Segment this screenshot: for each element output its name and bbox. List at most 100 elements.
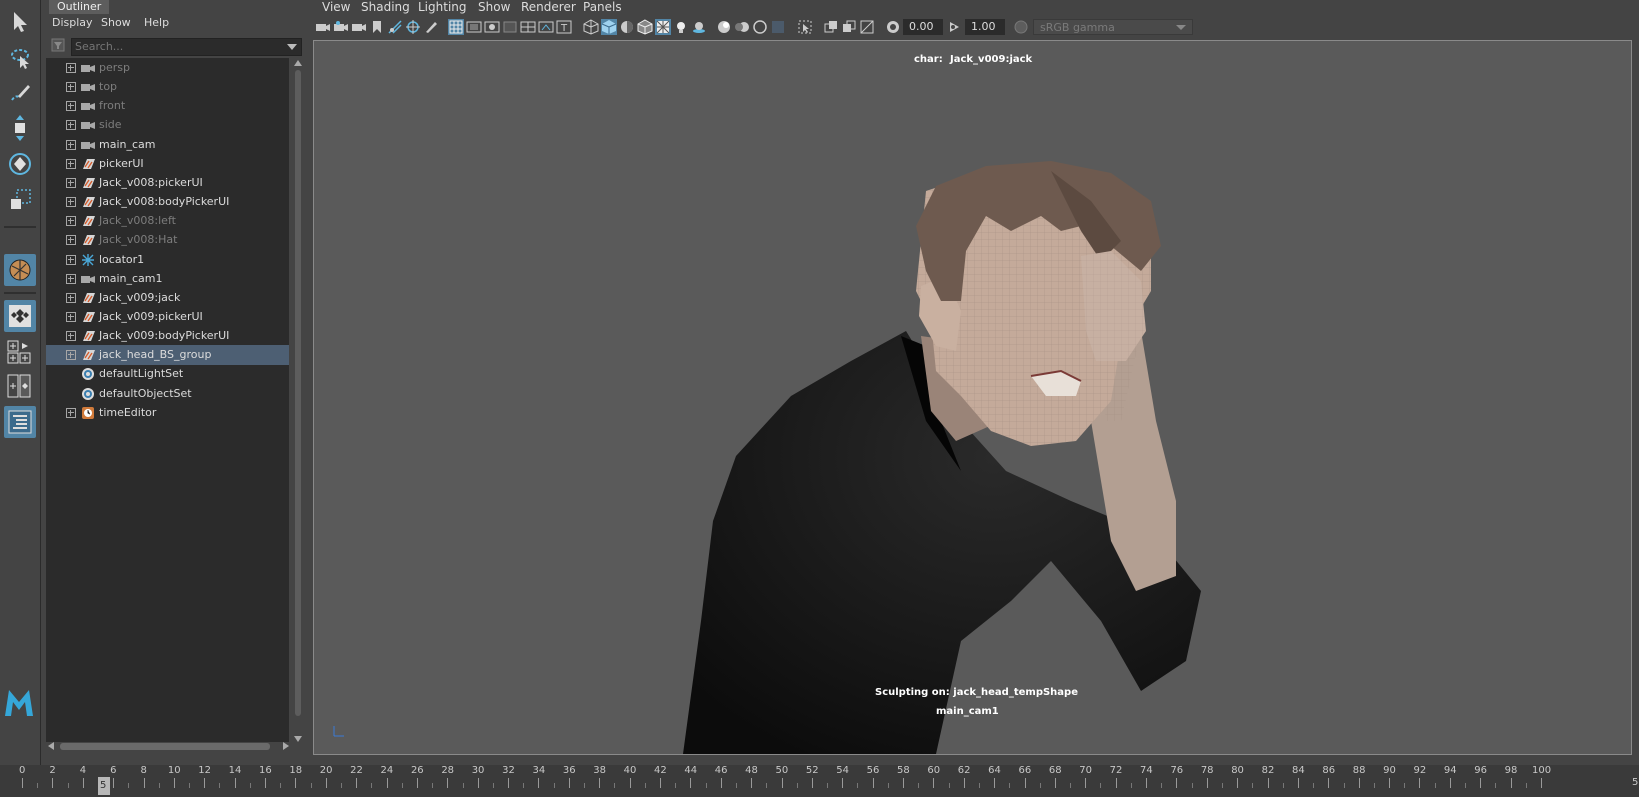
outliner-item[interactable]: timeEditor bbox=[46, 403, 289, 423]
expand-icon[interactable] bbox=[66, 63, 76, 73]
film-gate-icon[interactable] bbox=[466, 19, 482, 35]
sculpt-tool-icon[interactable] bbox=[4, 254, 36, 286]
expand-icon[interactable] bbox=[66, 254, 76, 265]
motion-blur-icon[interactable] bbox=[734, 19, 750, 35]
outliner-item[interactable]: top bbox=[46, 77, 289, 97]
time-slider[interactable]: 0 2 4 6 8 10 12 14 16 18 20 22 24 26 28 30 32 34 36 38 40 42 4… bbox=[0, 765, 1639, 797]
menu-show[interactable]: Show bbox=[101, 16, 131, 29]
outliner-item[interactable]: Jack_v008:pickerUI bbox=[46, 173, 289, 193]
anti-aliasing-icon[interactable] bbox=[752, 19, 768, 35]
expand-icon[interactable] bbox=[66, 139, 76, 150]
outliner-item[interactable]: front bbox=[46, 96, 289, 116]
expand-icon[interactable] bbox=[66, 350, 76, 361]
menu-lighting[interactable]: Lighting bbox=[418, 0, 467, 14]
backface-culling-icon[interactable] bbox=[859, 19, 875, 35]
select-camera-icon[interactable] bbox=[315, 19, 331, 35]
scroll-left-icon[interactable] bbox=[48, 742, 54, 750]
lasso-tool-icon[interactable] bbox=[4, 42, 36, 74]
expand-icon[interactable] bbox=[66, 82, 76, 93]
rotate-tool-icon[interactable] bbox=[4, 148, 36, 180]
menu-view[interactable]: View bbox=[322, 0, 350, 14]
menu-help[interactable]: Help bbox=[144, 16, 169, 29]
layout-four-view-icon[interactable] bbox=[4, 336, 36, 368]
expand-icon[interactable] bbox=[66, 158, 76, 169]
2d-pan-zoom-icon[interactable] bbox=[405, 19, 421, 35]
viewport-3d[interactable]: char: Jack_v009:jack Sculpting on: jack_… bbox=[313, 40, 1632, 755]
smooth-shade-icon[interactable] bbox=[601, 19, 617, 35]
grease-pencil-icon[interactable] bbox=[423, 19, 439, 35]
outliner-layout-icon[interactable] bbox=[4, 406, 36, 438]
default-material-icon[interactable] bbox=[619, 19, 635, 35]
scroll-down-icon[interactable] bbox=[294, 736, 302, 742]
screen-space-ao-icon[interactable] bbox=[716, 19, 732, 35]
expand-icon[interactable] bbox=[66, 273, 76, 284]
outliner-item[interactable]: Jack_v008:bodyPickerUI bbox=[46, 192, 289, 212]
shadows-icon[interactable] bbox=[691, 19, 707, 35]
soft-select-icon[interactable] bbox=[4, 300, 36, 332]
bookmark-camera-icon[interactable] bbox=[351, 19, 367, 35]
outliner-vertical-scrollbar[interactable] bbox=[293, 58, 303, 742]
menu-display[interactable]: Display bbox=[52, 16, 93, 29]
expand-icon[interactable] bbox=[66, 407, 76, 418]
scroll-thumb[interactable] bbox=[295, 70, 301, 716]
gamma-icon[interactable] bbox=[947, 19, 963, 35]
scroll-right-icon[interactable] bbox=[283, 742, 289, 750]
isolate-select-icon[interactable] bbox=[797, 19, 813, 35]
menu-panels[interactable]: Panels bbox=[583, 0, 622, 14]
outliner-item[interactable]: persp bbox=[46, 58, 289, 78]
outliner-item[interactable]: pickerUI bbox=[46, 154, 289, 174]
outliner-item[interactable]: jack_head_BS_group bbox=[46, 345, 289, 366]
select-tool-icon[interactable] bbox=[4, 6, 36, 38]
xray-icon[interactable] bbox=[655, 19, 671, 35]
expand-icon[interactable] bbox=[66, 216, 76, 227]
use-all-lights-icon[interactable] bbox=[673, 19, 689, 35]
camera-attributes-icon[interactable] bbox=[333, 19, 349, 35]
resolution-gate-icon[interactable] bbox=[484, 19, 500, 35]
outliner-item[interactable]: main_cam1 bbox=[46, 269, 289, 289]
move-tool-icon[interactable] bbox=[4, 112, 36, 144]
scale-tool-icon[interactable] bbox=[4, 184, 36, 216]
outliner-item[interactable]: main_cam bbox=[46, 135, 289, 155]
expand-icon[interactable] bbox=[66, 292, 76, 303]
grid-icon[interactable] bbox=[448, 19, 464, 35]
expand-icon[interactable] bbox=[66, 101, 76, 112]
safe-action-icon[interactable] bbox=[538, 19, 554, 35]
menu-shading[interactable]: Shading bbox=[361, 0, 410, 14]
wireframe-icon[interactable] bbox=[583, 19, 599, 35]
expand-icon[interactable] bbox=[66, 120, 76, 131]
outliner-item[interactable]: defaultLightSet bbox=[46, 364, 289, 384]
current-frame-marker[interactable]: 5 bbox=[98, 777, 110, 795]
outliner-item[interactable]: Jack_v008:left bbox=[46, 211, 289, 231]
filter-icon[interactable] bbox=[51, 38, 65, 52]
xray-active-components-icon[interactable] bbox=[841, 19, 857, 35]
outliner-item[interactable]: side bbox=[46, 115, 289, 135]
layout-two-view-icon[interactable] bbox=[4, 370, 36, 402]
outliner-item[interactable]: Jack_v008:Hat bbox=[46, 230, 289, 250]
xray-joints-icon[interactable] bbox=[823, 19, 839, 35]
image-plane-icon[interactable] bbox=[387, 19, 403, 35]
safe-title-icon[interactable]: T bbox=[556, 19, 572, 35]
outliner-horizontal-scrollbar[interactable] bbox=[46, 740, 289, 752]
expand-icon[interactable] bbox=[66, 177, 76, 188]
color-management-icon[interactable] bbox=[1013, 19, 1029, 35]
outliner-tab[interactable]: Outliner bbox=[49, 0, 110, 14]
color-space-dropdown[interactable]: sRGB gamma bbox=[1033, 19, 1193, 35]
gamma-field[interactable]: 1.00 bbox=[965, 19, 1005, 35]
chevron-down-icon[interactable] bbox=[287, 44, 297, 50]
search-input[interactable] bbox=[72, 39, 278, 54]
depth-of-field-icon[interactable] bbox=[770, 19, 786, 35]
expand-icon[interactable] bbox=[66, 235, 76, 246]
bookmark-icon[interactable] bbox=[369, 19, 385, 35]
menu-show[interactable]: Show bbox=[478, 0, 510, 14]
expand-icon[interactable] bbox=[66, 311, 76, 322]
gate-mask-icon[interactable] bbox=[502, 19, 518, 35]
outliner-item[interactable]: Jack_v009:bodyPickerUI bbox=[46, 326, 289, 346]
menu-renderer[interactable]: Renderer bbox=[521, 0, 576, 14]
outliner-item[interactable]: locator1 bbox=[46, 250, 289, 270]
outliner-item[interactable]: defaultObjectSet bbox=[46, 384, 289, 404]
field-chart-icon[interactable] bbox=[520, 19, 536, 35]
expand-icon[interactable] bbox=[66, 331, 76, 342]
exposure-field[interactable]: 0.00 bbox=[903, 19, 943, 35]
exposure-icon[interactable] bbox=[885, 19, 901, 35]
scroll-thumb-horizontal[interactable] bbox=[60, 743, 270, 750]
